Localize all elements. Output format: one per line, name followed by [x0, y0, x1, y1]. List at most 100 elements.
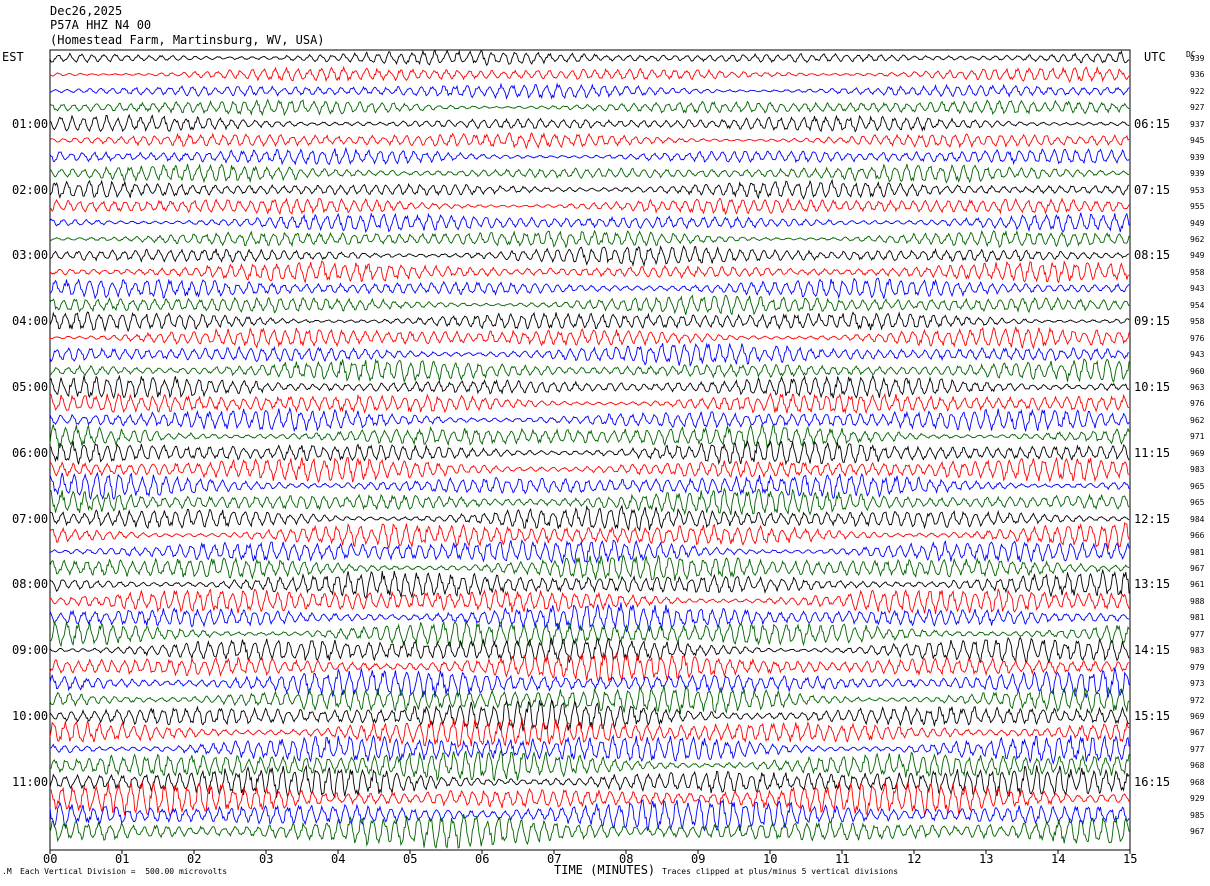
clip-note: Traces clipped at plus/minus 5 vertical … — [662, 867, 899, 876]
x-tick-label: 02 — [187, 852, 202, 866]
dc-offset-value: 981 — [1190, 547, 1205, 557]
dc-offset-value: 936 — [1190, 70, 1205, 80]
seismic-trace — [49, 392, 1130, 415]
dc-offset-value: 967 — [1190, 563, 1205, 573]
dc-offset-value: 976 — [1190, 333, 1205, 343]
seismic-trace — [49, 132, 1130, 150]
seismic-trace — [49, 49, 1130, 67]
seismic-trace — [49, 358, 1130, 384]
utc-hour-label: 15:15 — [1134, 709, 1171, 723]
est-hour-label: 06:00 — [12, 445, 49, 460]
dc-offset-value: 943 — [1190, 350, 1205, 360]
x-tick-label: 12 — [907, 852, 922, 866]
seismic-trace — [49, 602, 1130, 633]
dc-offset-value: 958 — [1190, 317, 1205, 327]
utc-hour-label: 10:15 — [1134, 380, 1171, 394]
seismic-trace — [49, 342, 1130, 368]
x-tick-label: 14 — [1051, 852, 1066, 866]
x-axis-title: TIME (MINUTES) — [554, 863, 656, 877]
dc-offset-value: 983 — [1190, 465, 1205, 475]
dc-offset-value: 939 — [1190, 152, 1205, 162]
dc-offset-value: 983 — [1190, 646, 1205, 656]
dc-offset-value: 937 — [1190, 119, 1205, 129]
est-hour-label: 07:00 — [12, 511, 49, 526]
x-tick-label: 01 — [115, 852, 130, 866]
est-hour-label: 09:00 — [12, 643, 49, 658]
dc-offset-value: 988 — [1190, 596, 1205, 606]
dc-offset-value: 949 — [1190, 251, 1205, 261]
utc-hour-label: 07:15 — [1134, 182, 1171, 197]
dc-offset-value: 967 — [1190, 728, 1205, 738]
utc-hour-label: 08:15 — [1134, 248, 1171, 263]
dc-offset-value: 985 — [1190, 810, 1205, 820]
dc-offset-value: 981 — [1190, 613, 1205, 623]
dc-offset-value: 977 — [1190, 629, 1205, 639]
x-tick-label: 13 — [979, 852, 994, 866]
seismic-trace — [49, 568, 1130, 599]
dc-offset-value: 969 — [1190, 448, 1205, 458]
seismic-trace — [49, 504, 1130, 532]
dc-offset-value: 949 — [1190, 218, 1205, 228]
seismic-trace — [49, 406, 1130, 433]
seismic-trace — [49, 229, 1130, 249]
dc-offset-value: 976 — [1190, 399, 1205, 409]
dc-offset-value: 927 — [1190, 103, 1205, 113]
x-tick-label: 11 — [835, 852, 850, 866]
est-hour-label: 08:00 — [12, 577, 49, 592]
x-tick-label: 00 — [43, 852, 58, 866]
seismic-trace — [49, 588, 1130, 614]
dc-offset-value: 922 — [1190, 86, 1205, 96]
dc-offset-value: 953 — [1190, 185, 1205, 195]
seismic-trace — [49, 311, 1130, 333]
dc-offset-value: 969 — [1190, 712, 1205, 721]
est-hour-label: 10:00 — [12, 709, 49, 723]
seismic-trace — [49, 456, 1130, 484]
seismic-trace — [49, 374, 1130, 400]
est-hour-label: 01:00 — [12, 116, 49, 131]
seismic-trace — [49, 277, 1130, 300]
seismic-trace — [49, 439, 1130, 466]
seismic-trace — [49, 294, 1130, 316]
seismic-trace — [49, 244, 1130, 268]
dc-offset-value: 979 — [1190, 662, 1205, 672]
dc-offset-value: 945 — [1190, 136, 1205, 146]
dc-offset-value: 972 — [1190, 695, 1205, 705]
x-tick-label: 15 — [1123, 852, 1138, 866]
seismic-trace — [49, 113, 1130, 133]
seismic-trace — [49, 553, 1130, 581]
dc-offset-value: 962 — [1190, 234, 1205, 244]
dc-offset-value: 955 — [1190, 202, 1205, 212]
dc-offset-value: 984 — [1190, 514, 1205, 524]
utc-hour-label: 16:15 — [1134, 774, 1171, 789]
seismic-trace — [49, 749, 1130, 782]
seismic-trace — [49, 636, 1130, 664]
x-tick-label: 04 — [331, 852, 346, 866]
seismic-trace — [49, 781, 1130, 817]
seismic-trace — [49, 667, 1130, 699]
seismic-trace — [49, 423, 1130, 450]
seismic-trace — [49, 197, 1130, 216]
dc-offset-value: 965 — [1190, 498, 1205, 508]
seismic-trace — [49, 734, 1130, 765]
dc-offset-value: 968 — [1190, 777, 1205, 787]
dc-offset-value: 929 — [1190, 794, 1205, 804]
utc-hour-label: 09:15 — [1134, 314, 1171, 329]
x-tick-label: 05 — [403, 852, 418, 866]
seismic-trace — [49, 65, 1130, 83]
dc-offset-value: 954 — [1190, 300, 1205, 310]
vertical-scale-note: Each Vertical Division = 500.00 microvol… — [20, 867, 228, 876]
dc-offset-value: 971 — [1190, 432, 1205, 442]
seismic-trace — [49, 178, 1130, 200]
dc-offset-value: 965 — [1190, 481, 1205, 491]
dc-offset-value: 961 — [1190, 580, 1205, 590]
est-hour-label: 05:00 — [12, 380, 49, 394]
dc-offset-value: 962 — [1190, 415, 1205, 425]
helicorder-plot — [49, 49, 1131, 854]
x-tick-label: 03 — [259, 852, 274, 866]
utc-hour-label: 11:15 — [1134, 445, 1171, 460]
est-hour-label: 04:00 — [12, 314, 49, 329]
seismic-trace — [49, 685, 1130, 715]
seismic-trace — [49, 652, 1130, 683]
seismic-trace — [49, 798, 1130, 832]
seismic-trace — [49, 146, 1130, 166]
